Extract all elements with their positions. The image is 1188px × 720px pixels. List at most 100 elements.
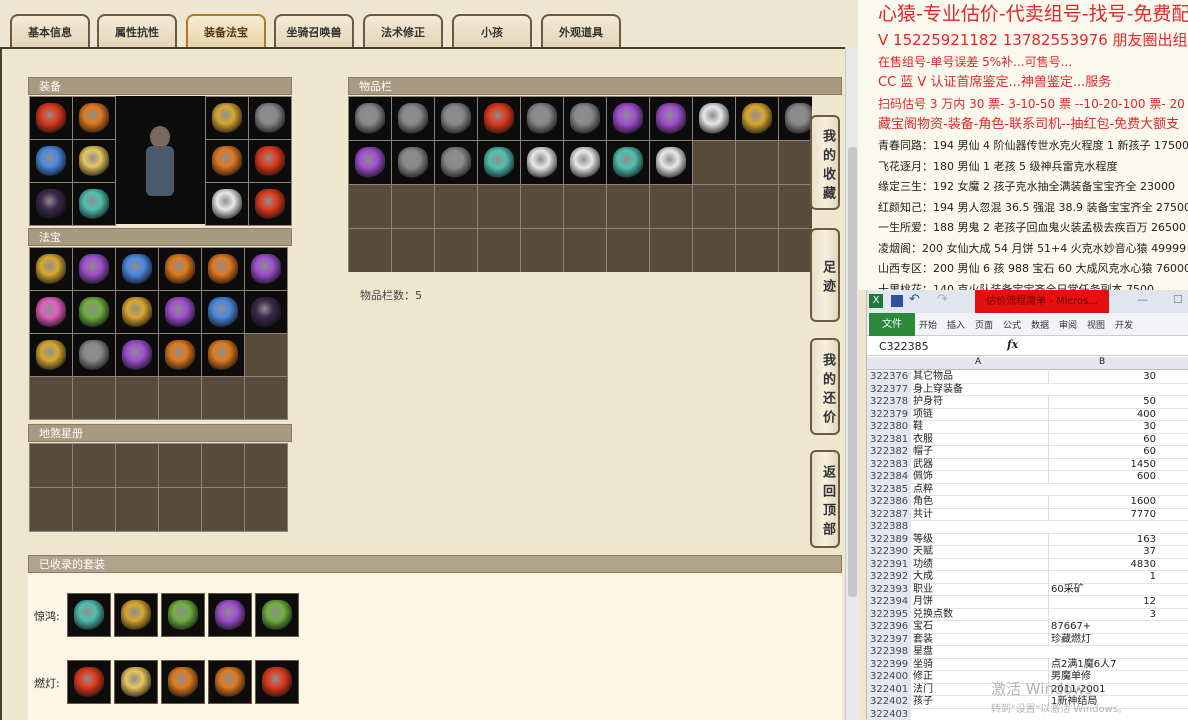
cell-a[interactable]: 功绩 (913, 559, 1048, 572)
item-slot[interactable] (73, 444, 115, 487)
item-slot[interactable] (73, 140, 115, 182)
row-number[interactable]: 322394 (867, 596, 911, 609)
item-slot[interactable] (249, 97, 291, 139)
inventory-slot[interactable] (607, 97, 649, 140)
item-slot[interactable] (30, 248, 72, 290)
row-number[interactable]: 322385 (867, 483, 911, 496)
inventory-slot[interactable] (564, 229, 606, 272)
cell-b[interactable]: 400 (1048, 408, 1158, 421)
cell-a[interactable]: 武器 (913, 459, 1048, 472)
cell-a[interactable]: 鞋 (913, 421, 1048, 434)
inventory-slot[interactable] (478, 229, 520, 272)
inventory-slot[interactable] (478, 97, 520, 140)
tab-5[interactable]: 小孩 (452, 14, 532, 48)
ribbon-tab-5[interactable]: 数据 (1031, 318, 1049, 331)
inventory-slot[interactable] (779, 141, 812, 184)
cell-a[interactable]: 天赋 (913, 546, 1048, 559)
cell-a[interactable]: 佩饰 (913, 471, 1048, 484)
row-number[interactable]: 322395 (867, 608, 911, 621)
inventory-slot[interactable] (607, 229, 649, 272)
cell-b[interactable]: 163 (1048, 533, 1158, 546)
row-number[interactable]: 322391 (867, 558, 911, 571)
cell-b[interactable]: 87667+ (1048, 621, 1158, 634)
item-slot[interactable] (116, 444, 158, 487)
tab-3[interactable]: 坐骑召唤兽 (274, 14, 354, 48)
inventory-slot[interactable] (564, 97, 606, 140)
item-slot[interactable] (30, 488, 72, 531)
ribbon-tab-8[interactable]: 开发 (1115, 318, 1133, 331)
row-number[interactable]: 322382 (867, 446, 911, 459)
item-slot[interactable] (73, 488, 115, 531)
side-button-2[interactable]: 我的还价 (810, 338, 840, 435)
cell-a[interactable]: 职业 (913, 584, 1048, 597)
inventory-slot[interactable] (564, 141, 606, 184)
cell-a[interactable]: 角色 (913, 496, 1048, 509)
ribbon-tab-3[interactable]: 页面 (975, 318, 993, 331)
cell-b[interactable]: 点2满1魔6人7 (1048, 658, 1158, 671)
minimize-icon[interactable]: — (1137, 293, 1148, 306)
row-number[interactable]: 322400 (867, 671, 911, 684)
item-slot[interactable] (30, 183, 72, 225)
item-slot[interactable] (116, 377, 158, 419)
inventory-slot[interactable] (478, 141, 520, 184)
row-number[interactable]: 322393 (867, 583, 911, 596)
row-number[interactable]: 322390 (867, 546, 911, 559)
inventory-slot[interactable] (779, 97, 812, 140)
item-slot[interactable] (245, 334, 287, 376)
inventory-slot[interactable] (435, 141, 477, 184)
item-slot[interactable] (73, 291, 115, 333)
cell-a[interactable]: 兑换点数 (913, 609, 1048, 622)
item-slot[interactable] (245, 248, 287, 290)
row-number[interactable]: 322383 (867, 458, 911, 471)
item-slot[interactable] (202, 248, 244, 290)
cell-a[interactable]: 护身符 (913, 396, 1048, 409)
cell-a[interactable]: 星盘 (913, 646, 1048, 659)
row-number[interactable]: 322378 (867, 396, 911, 409)
item-slot[interactable] (73, 377, 115, 419)
suit-item[interactable] (114, 660, 158, 704)
inventory-slot[interactable] (521, 97, 563, 140)
item-slot[interactable] (245, 444, 287, 487)
suit-item[interactable] (161, 593, 205, 637)
inventory-slot[interactable] (736, 141, 778, 184)
inventory-slot[interactable] (349, 185, 391, 228)
suit-item[interactable] (67, 593, 111, 637)
item-slot[interactable] (116, 248, 158, 290)
cell-a[interactable]: 坐骑 (913, 659, 1048, 672)
cell-a[interactable]: 项链 (913, 409, 1048, 422)
item-slot[interactable] (159, 444, 201, 487)
item-slot[interactable] (116, 488, 158, 531)
inventory-slot[interactable] (521, 141, 563, 184)
item-slot[interactable] (73, 248, 115, 290)
row-number[interactable]: 322387 (867, 508, 911, 521)
inventory-slot[interactable] (564, 185, 606, 228)
item-slot[interactable] (206, 97, 248, 139)
inventory-slot[interactable] (521, 229, 563, 272)
row-number[interactable]: 322384 (867, 471, 911, 484)
row-number[interactable]: 322388 (867, 521, 911, 534)
item-slot[interactable] (245, 377, 287, 419)
row-number[interactable]: 322403 (867, 708, 911, 720)
tab-1[interactable]: 属性抗性 (97, 14, 177, 48)
side-button-0[interactable]: 我的收藏 (810, 115, 840, 210)
item-slot[interactable] (206, 183, 248, 225)
inventory-slot[interactable] (392, 229, 434, 272)
inventory-slot[interactable] (650, 141, 692, 184)
item-slot[interactable] (249, 140, 291, 182)
cell-b[interactable]: 1 (1048, 571, 1158, 584)
tab-0[interactable]: 基本信息 (10, 14, 90, 48)
tab-4[interactable]: 法术修正 (363, 14, 443, 48)
inventory-slot[interactable] (650, 185, 692, 228)
inventory-slot[interactable] (779, 185, 812, 228)
row-number[interactable]: 322398 (867, 646, 911, 659)
item-slot[interactable] (245, 488, 287, 531)
inventory-slot[interactable] (650, 229, 692, 272)
item-slot[interactable] (116, 291, 158, 333)
row-number[interactable]: 322386 (867, 496, 911, 509)
cell-a[interactable]: 衣服 (913, 434, 1048, 447)
row-number[interactable]: 322399 (867, 658, 911, 671)
undo-icon[interactable]: ↶ (909, 292, 920, 307)
ribbon-tab-4[interactable]: 公式 (1003, 318, 1021, 331)
item-slot[interactable] (73, 334, 115, 376)
cell-b[interactable]: 3 (1048, 608, 1158, 621)
